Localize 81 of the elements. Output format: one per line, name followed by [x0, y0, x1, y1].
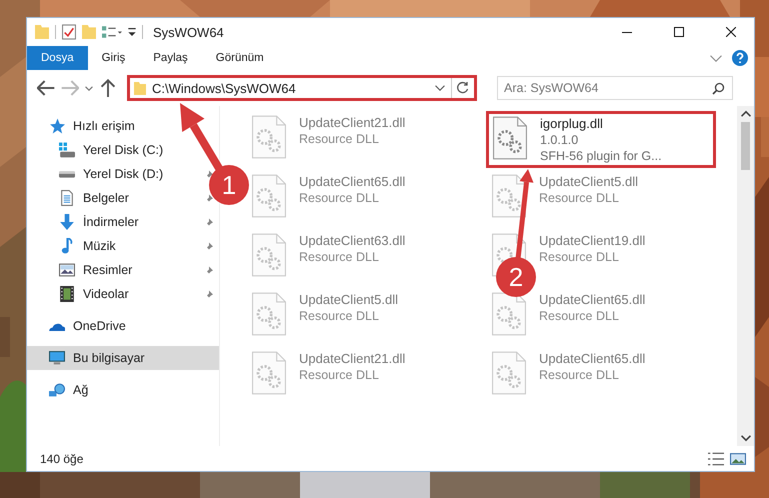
dll-file-icon — [492, 292, 526, 336]
nav-item[interactable]: Belgeler — [59, 190, 129, 206]
nav-item[interactable]: Yerel Disk (D:) — [59, 167, 164, 181]
nav-item[interactable]: Resimler — [59, 262, 132, 278]
folder-icon — [134, 82, 146, 94]
ribbon-tab[interactable]: Giriş — [88, 46, 140, 70]
dll-file-icon — [252, 351, 286, 395]
large-icons-view-icon[interactable] — [730, 452, 746, 466]
film-icon — [59, 286, 75, 302]
file-name[interactable]: UpdateClient65.dll — [539, 351, 646, 366]
file-description: Resource DLL — [539, 250, 620, 264]
properties-icon[interactable] — [62, 24, 76, 40]
scroll-up-icon[interactable] — [740, 110, 750, 118]
dll-file-icon — [493, 116, 527, 160]
file-name[interactable]: UpdateClient21.dll — [299, 115, 406, 130]
file-description: Resource DLL — [539, 309, 620, 323]
dll-file-icon — [252, 174, 286, 218]
dll-file-icon — [492, 351, 526, 395]
download-icon — [59, 214, 75, 230]
computer-icon — [49, 350, 65, 366]
dll-file-icon — [252, 292, 286, 336]
file-description: Resource DLL — [299, 309, 380, 323]
annotation-arrow — [180, 103, 224, 172]
network-icon — [49, 382, 65, 398]
view-menu-icon[interactable] — [102, 26, 122, 38]
file-item[interactable]: igorplug.dll 1.0.1.0 SFH-56 plugin for G... — [486, 111, 716, 168]
music-note-icon — [59, 238, 75, 254]
ribbon-tab[interactable]: Paylaş — [139, 46, 202, 70]
file-name[interactable]: igorplug.dll — [540, 116, 662, 131]
file-name[interactable]: UpdateClient65.dll — [299, 174, 406, 189]
scroll-down-icon[interactable] — [740, 434, 750, 442]
address-bar[interactable]: C:\Windows\SysWOW64 — [127, 75, 477, 101]
file-name[interactable]: UpdateClient63.dll — [299, 233, 406, 248]
item-count: 140 öğe — [40, 452, 84, 466]
close-icon — [726, 27, 736, 37]
dropdown-icon[interactable] — [128, 28, 136, 36]
nav-item[interactable]: Hızlı erişim — [27, 114, 219, 138]
scrollbar[interactable] — [737, 106, 754, 446]
window-title: SysWOW64 — [153, 24, 225, 40]
recent-locations-icon[interactable] — [85, 86, 93, 90]
dll-file-icon — [492, 174, 526, 218]
file-name[interactable]: UpdateClient5.dll — [299, 292, 398, 307]
dropdown-icon[interactable] — [435, 85, 445, 91]
ribbon-tab[interactable]: Görünüm — [202, 46, 278, 70]
file-description: Resource DLL — [299, 191, 380, 205]
file-description: Resource DLL — [539, 191, 620, 205]
nav-item[interactable]: İndirmeler — [59, 214, 139, 230]
help-icon[interactable] — [732, 50, 748, 66]
document-icon — [59, 190, 75, 206]
file-name[interactable]: UpdateClient19.dll — [539, 233, 646, 248]
picture-icon — [59, 262, 75, 278]
file-name[interactable]: UpdateClient65.dll — [539, 292, 646, 307]
file-description: Resource DLL — [299, 368, 380, 382]
file-version: 1.0.1.0 — [540, 133, 580, 147]
up-arrow-icon[interactable] — [99, 79, 117, 97]
file-description: SFH-56 plugin for G... — [540, 149, 662, 163]
nav-item[interactable]: Videolar — [59, 286, 129, 302]
file-name[interactable]: UpdateClient5.dll — [539, 174, 638, 189]
dll-file-icon — [252, 233, 286, 277]
search-field[interactable]: Ara: SysWOW64 — [497, 76, 733, 100]
details-view-icon[interactable] — [708, 452, 724, 466]
ribbon-tab[interactable]: Dosya — [27, 46, 88, 70]
drive-icon — [59, 142, 75, 158]
expand-ribbon-icon[interactable] — [710, 54, 722, 62]
search-icon[interactable] — [712, 82, 725, 95]
nav-item[interactable]: Müzik — [59, 238, 116, 254]
file-description: Resource DLL — [539, 368, 620, 382]
nav-item[interactable]: Yerel Disk (C:) — [59, 142, 164, 158]
dll-file-icon — [252, 115, 286, 159]
star-icon — [49, 118, 65, 134]
drive-icon — [59, 170, 75, 178]
file-description: Resource DLL — [299, 132, 380, 146]
nav-item[interactable]: Ağ — [27, 378, 219, 402]
file-description: Resource DLL — [299, 250, 380, 264]
maximize-icon — [674, 27, 684, 37]
nav-item[interactable]: Bu bilgisayar — [27, 346, 219, 370]
back-arrow-icon[interactable] — [37, 79, 55, 97]
file-name[interactable]: UpdateClient21.dll — [299, 351, 406, 366]
cloud-icon — [49, 322, 65, 330]
scroll-thumb[interactable] — [741, 122, 750, 170]
nav-item[interactable]: OneDrive — [27, 314, 219, 338]
